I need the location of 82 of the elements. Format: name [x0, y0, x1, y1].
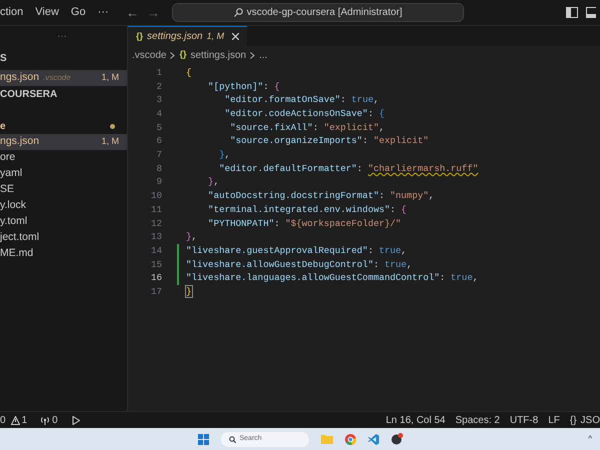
status-item[interactable]: Ln 16, Col 54 [386, 412, 446, 428]
status-item[interactable]: JSO [580, 412, 600, 428]
line-number: 2 [155, 80, 162, 94]
line-number: 17 [150, 284, 162, 299]
breadcrumb-item[interactable]: ... [259, 48, 268, 62]
explorer-item[interactable]: ngs.json 1, M [0, 134, 127, 150]
code-line: }, [207, 175, 220, 190]
line-number: 16 [150, 271, 162, 286]
command-center-search[interactable]: vscode-gp-coursera [Administrator] [172, 3, 464, 22]
explorer-item[interactable]: y.lock [0, 198, 127, 214]
line-number: 6 [155, 134, 162, 148]
line-number: 8 [155, 162, 162, 176]
chevron-right-icon [170, 52, 176, 58]
panel-toggle-icon[interactable] [586, 7, 596, 18]
windows-logo-icon[interactable] [198, 434, 208, 444]
status-item[interactable]: UTF-8 [510, 412, 538, 428]
browser-icon[interactable] [344, 434, 356, 444]
code-line: "liveshare.allowGuestDebugControl": true, [186, 258, 412, 272]
line-number: 12 [150, 216, 162, 230]
menu-item[interactable]: Go [70, 4, 86, 21]
braces-icon: {} [179, 48, 186, 62]
menu-item[interactable]: View [35, 4, 59, 21]
code-line: "liveshare.languages.allowGuestCommandControl": true, [186, 271, 478, 286]
explorer-item[interactable]: SE [0, 182, 127, 198]
menu-item[interactable]: ction [0, 4, 24, 21]
status-item[interactable]: 0 [0, 412, 6, 428]
code-line: } [186, 284, 192, 299]
code-line: "source.organizeImports": "explicit" [229, 134, 429, 148]
broadcast-icon [40, 416, 50, 424]
explorer-item[interactable]: yaml [0, 166, 127, 182]
back-arrow-icon[interactable]: ← [126, 2, 139, 22]
run-debug-icon [70, 416, 80, 424]
breadcrumb-item[interactable]: settings.json [190, 48, 246, 62]
chevron-right-icon [250, 52, 256, 58]
code-line: "terminal.integrated.env.windows": { [207, 202, 407, 217]
line-number: 13 [150, 230, 162, 244]
line-number: 1 [155, 66, 162, 80]
line-number: 10 [150, 189, 162, 203]
explorer-item[interactable]: ngs.json .vscode 1, M [0, 70, 127, 86]
status-item[interactable]: LF [548, 412, 560, 428]
explorer-item[interactable]: ject.toml [0, 230, 127, 246]
code-editor-icon[interactable] [368, 434, 378, 444]
close-icon[interactable] [232, 33, 240, 40]
app-icon[interactable] [390, 433, 402, 445]
code-line: "PYTHONPATH": "${workspaceFolder}/" [207, 216, 402, 230]
line-number: 4 [155, 107, 162, 121]
section-title: S [0, 52, 8, 66]
status-item[interactable]: {} [570, 412, 577, 428]
code-line: }, [186, 230, 198, 244]
status-item[interactable]: 1 [22, 412, 28, 428]
line-number: 5 [155, 120, 162, 134]
code-line: }, [218, 148, 230, 162]
line-number: 11 [150, 202, 162, 217]
explorer-item[interactable]: e [0, 118, 127, 134]
editor-tab[interactable]: {} settings.json 1, M [128, 26, 248, 46]
code-line: "editor.defaultFormatter": "charliermarsh.ruff" [218, 162, 478, 176]
sidebar-toggle-icon[interactable] [566, 7, 578, 18]
line-number: 9 [155, 175, 162, 190]
explorer-item[interactable]: COURSERA [0, 86, 127, 102]
code-line: "editor.formatOnSave": true, [224, 93, 379, 108]
warning-icon [10, 416, 20, 424]
search-icon [234, 8, 243, 17]
status-item[interactable]: 0 [52, 412, 58, 428]
explorer-item[interactable]: ore [0, 150, 127, 166]
code-line: "autoDocstring.docstringFormat": "numpy", [207, 189, 434, 203]
breadcrumb-item[interactable]: .vscode [132, 48, 166, 62]
line-number: 7 [155, 148, 162, 162]
code-line: "source.fixAll": "explicit", [229, 120, 384, 134]
menu-item[interactable]: ··· [98, 4, 109, 21]
explorer-item[interactable]: y.toml [0, 214, 127, 230]
braces-icon: {} [136, 30, 144, 44]
code-line: { [186, 66, 192, 80]
code-line: "[python]": { [207, 80, 280, 94]
chevron-up-icon[interactable]: ^ [588, 433, 592, 445]
code-line: "liveshare.guestApprovalRequired": true, [186, 244, 407, 258]
line-number: 14 [150, 244, 162, 258]
search-icon [228, 436, 236, 442]
line-number: 3 [155, 93, 162, 108]
line-number: 15 [150, 258, 162, 272]
explorer-item[interactable]: ME.md [0, 246, 127, 262]
status-item[interactable]: Spaces: 2 [455, 412, 500, 428]
code-line: "editor.codeActionsOnSave": { [224, 107, 384, 121]
